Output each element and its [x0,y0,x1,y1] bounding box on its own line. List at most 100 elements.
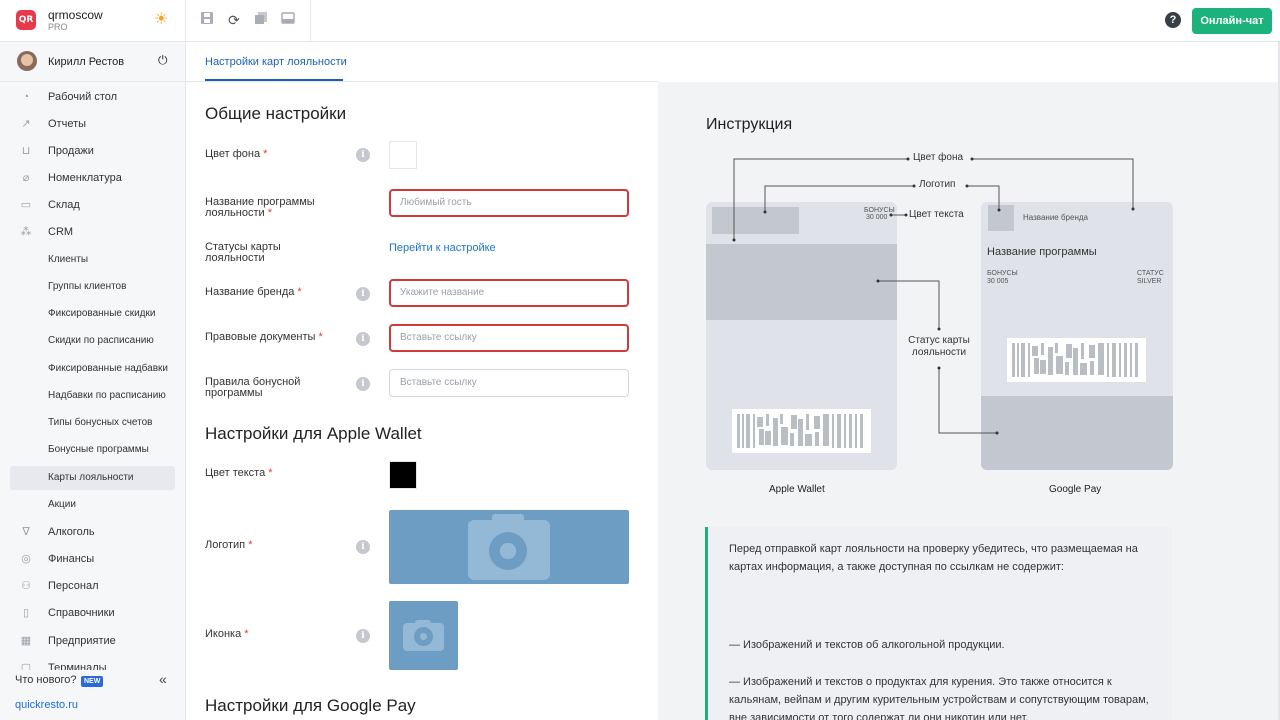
terminal-icon: ▢ [20,662,32,670]
icon-upload[interactable] [389,601,458,670]
bonus-rules-input[interactable]: Вставьте ссылку [389,369,629,397]
user-name[interactable]: Кирилл Рестов [48,56,124,68]
chart-icon: ↗ [21,118,31,130]
sidebar-item-label: Группы клиентов [48,281,127,292]
sidebar-item-scheduled-discounts[interactable]: Скидки по расписанию [10,329,175,353]
new-badge: NEW [81,676,104,687]
sidebar-item-loyalty-cards[interactable]: Карты лояльности [10,466,175,490]
sidebar-item-label: Фиксированные надбавки [48,363,168,374]
camera-lens [414,627,433,646]
save-icon[interactable] [198,11,216,29]
annotation-text-color: Цвет текста [909,209,964,220]
brand-block[interactable]: QR qrmoscow PRO ☀ [0,0,186,42]
whats-new-link[interactable]: Что нового? [15,674,76,686]
settings-form: Настройки карт лояльности Общие настройк… [186,42,658,720]
annotation-bg-color: Цвет фона [913,152,964,163]
sidebar-item-scheduled-markups[interactable]: Надбавки по расписанию [10,384,175,408]
instruction-panel: Инструкция БОНУСЫ 30 000 Apple Wallet На… [658,82,1280,720]
avatar[interactable] [17,51,37,71]
dashboard-icon: ◔ [22,91,30,103]
sidebar-item-bonus-programs[interactable]: Бонусные программы [10,438,175,462]
glass-icon: ∇ [22,526,30,538]
sidebar-item-label: Алкоголь [48,526,95,538]
field-label-card-statuses: Статусы карты лояльности [205,241,281,264]
sidebar-item-enterprise[interactable]: ▦ Предприятие [10,629,175,653]
field-label-bonus-rules: Правила бонусной программы [205,376,301,399]
sidebar-item-label: Акции [48,499,76,510]
info-icon[interactable]: i [356,540,370,554]
program-name-input[interactable]: Любимый гость [389,189,629,217]
sidebar-item-terminals[interactable]: ▢ Терминалы [10,656,175,670]
sidebar-item-client-groups[interactable]: Группы клиентов [10,275,175,299]
sidebar-item-clients[interactable]: Клиенты [10,248,175,272]
toolbar: ⟳ [186,0,311,42]
sidebar-item-alcohol[interactable]: ∇ Алкоголь [10,520,175,544]
online-chat-button[interactable]: Онлайн-чат [1192,8,1272,34]
field-label-bg-color: Цвет фона * [205,148,268,160]
info-icon[interactable]: i [356,629,370,643]
sidebar-item-label: Терминалы [48,662,107,670]
copy-icon[interactable] [252,11,270,29]
sidebar-item-nomenclature[interactable]: ⌀ Номенклатура [10,166,175,190]
sidebar-item-sales[interactable]: ⊔ Продажи [10,139,175,163]
section-title-google-pay: Настройки для Google Pay [205,696,416,715]
field-label-legal-docs: Правовые документы * [205,331,323,343]
field-label-logo: Логотип * [205,539,253,551]
statuses-settings-link[interactable]: Перейти к настройке [389,242,496,254]
notice-item-smoking: — Изображений и текстов о продуктах для … [729,676,1149,720]
bg-color-swatch[interactable] [389,141,417,169]
sidebar-item-label: Склад [48,199,80,211]
info-icon[interactable]: i [356,332,370,346]
sidebar-item-fixed-discounts[interactable]: Фиксированные скидки [10,302,175,326]
legal-docs-input[interactable]: Вставьте ссылку [389,324,629,352]
sidebar-item-label: Финансы [48,553,95,565]
info-icon[interactable]: i [356,287,370,301]
info-icon[interactable]: i [356,377,370,391]
sidebar-item-label: Рабочий стол [48,91,118,103]
site-link[interactable]: quickresto.ru [15,699,78,711]
sidebar-item-label: Клиенты [48,254,89,265]
brand-logo: QR [16,10,36,30]
sidebar-item-finance[interactable]: ◎ Финансы [10,547,175,571]
notice-intro: Перед отправкой карт лояльности на прове… [729,543,1138,573]
book-icon: ▯ [22,607,30,619]
annotation-logo: Логотип [919,179,956,190]
sidebar-item-promotions[interactable]: Акции [10,493,175,517]
tab-bar: Настройки карт лояльности [186,42,658,82]
sidebar-item-label: Надбавки по расписанию [48,390,166,401]
archive-icon[interactable] [279,11,297,29]
sidebar-item-staff[interactable]: ⚇ Персонал [10,574,175,598]
help-icon[interactable]: ? [1165,12,1181,28]
brand-name-input[interactable]: Укажите название [389,279,629,307]
theme-toggle-sun-icon[interactable]: ☀ [154,12,168,28]
apple-wallet-caption: Apple Wallet [769,484,825,495]
sidebar-item-label: CRM [48,226,74,238]
tab-loyalty-card-settings[interactable]: Настройки карт лояльности [205,56,347,68]
box-icon: ▭ [20,199,32,211]
sidebar-item-crm[interactable]: ⁂ CRM [10,220,175,244]
user-block: Кирилл Рестов ⏻ [0,42,186,82]
sidebar-item-label: Персонал [48,580,99,592]
sidebar-item-label: Скидки по расписанию [48,335,154,346]
sidebar-item-warehouse[interactable]: ▭ Склад [10,193,175,217]
field-label-program-name: Название программы лояльности * [205,196,315,219]
camera-lens [489,532,527,570]
refresh-icon[interactable]: ⟳ [225,11,243,29]
sidebar-item-fixed-markups[interactable]: Фиксированные надбавки [10,357,175,381]
sidebar-item-bonus-account-types[interactable]: Типы бонусных счетов [10,411,175,435]
sidebar-item-label: Фиксированные скидки [48,308,156,319]
sidebar-item-reports[interactable]: ↗ Отчеты [10,112,175,136]
people-icon: ⁂ [20,226,32,238]
staff-icon: ⚇ [21,580,31,592]
collapse-sidebar-icon[interactable]: « [159,671,167,687]
logo-upload[interactable] [389,510,629,584]
power-icon[interactable]: ⏻ [158,53,168,68]
section-title-apple-wallet: Настройки для Apple Wallet [205,424,422,443]
sidebar-item-label: Номенклатура [48,172,122,184]
google-pay-caption: Google Pay [1049,484,1102,495]
sidebar-item-dashboard[interactable]: ◔ Рабочий стол [10,85,175,109]
text-color-swatch[interactable] [389,461,417,489]
sidebar-item-directories[interactable]: ▯ Справочники [10,601,175,625]
info-icon[interactable]: i [356,148,370,162]
sidebar: Кирилл Рестов ⏻ ◔ Рабочий стол ↗ Отчеты ⊔ П… [0,42,186,720]
